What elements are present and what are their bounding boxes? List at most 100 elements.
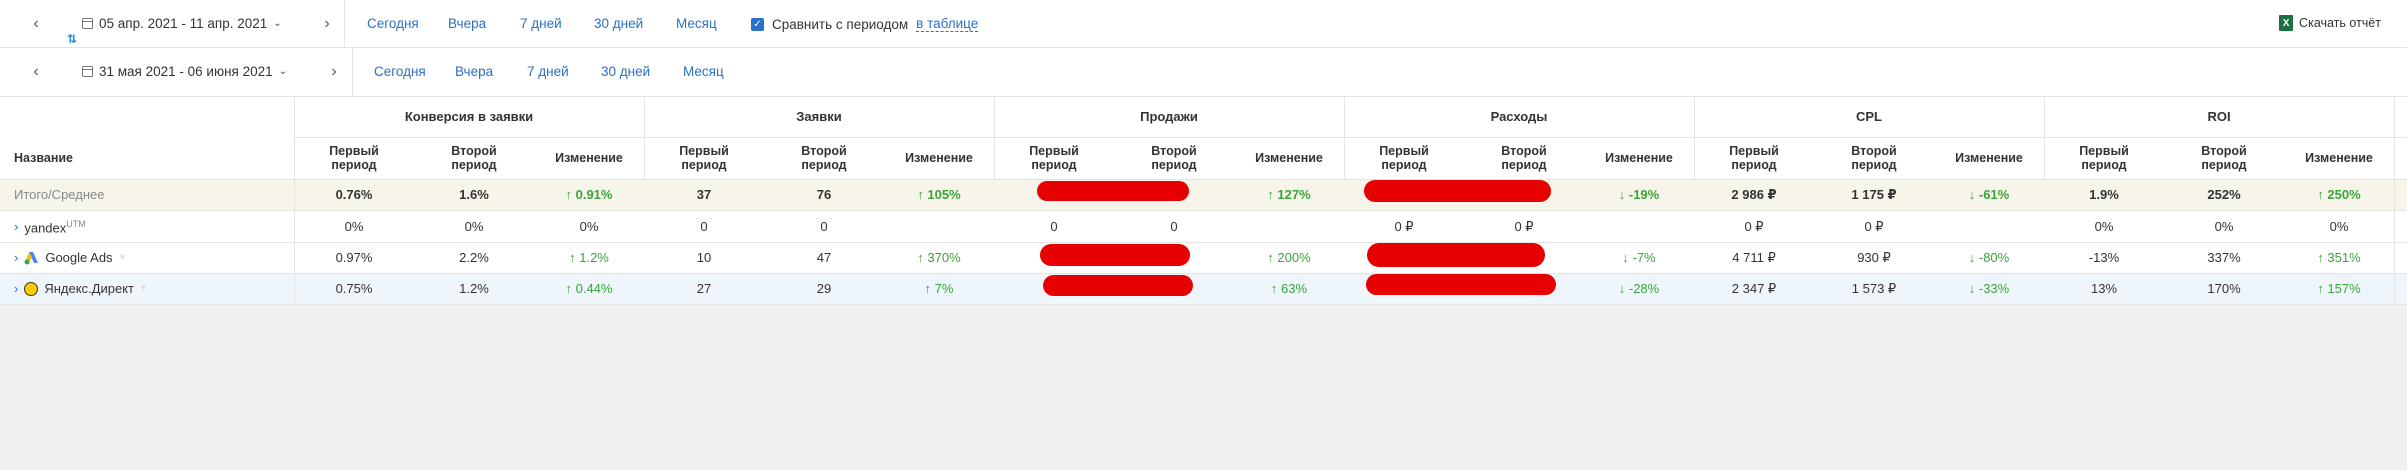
column-header[interactable]: Первый период <box>1344 137 1464 179</box>
table-cell: 0 ₽ <box>1864 218 1884 234</box>
row-name-label: Итого/Среднее <box>14 186 105 202</box>
quick-month[interactable]: Месяц <box>676 16 717 31</box>
column-header[interactable]: Изменение <box>1934 137 2044 179</box>
column-header[interactable]: Изменение <box>2284 137 2394 179</box>
next-period-arrow-icon[interactable]: › <box>317 14 337 34</box>
redaction-mark <box>1043 275 1193 296</box>
row-name-label: yandexUTM <box>24 219 86 236</box>
table-cell: 0% <box>344 218 364 234</box>
column-header[interactable]: Второй период <box>414 137 534 179</box>
table-cell: 0% <box>2094 218 2114 234</box>
date-range-label: 31 мая 2021 - 06 июня 2021 <box>99 64 273 79</box>
period-toolbar-first: ‹ 05 апр. 2021 - 11 апр. 2021 ⌄ › Сегодн… <box>0 0 2407 48</box>
quick-today[interactable]: Сегодня <box>374 64 426 79</box>
table-cell: 0 <box>1170 218 1178 234</box>
compare-mode-link[interactable]: в таблице <box>916 16 979 32</box>
table-cell: 0 <box>700 218 708 234</box>
quick-yesterday[interactable]: Вчера <box>448 16 486 31</box>
chevron-down-icon: ⌄ <box>273 18 282 29</box>
column-header[interactable]: Второй период <box>1114 137 1234 179</box>
column-header[interactable]: Второй период <box>2164 137 2284 179</box>
table-cell: ↑ 7% <box>924 280 954 296</box>
row-name: › Яндекс.Директ ♆ <box>0 273 294 304</box>
column-header[interactable]: Второй период <box>1464 137 1584 179</box>
row-name: › Google Ads ♆ <box>0 242 294 273</box>
group-header: ROI <box>2207 109 2231 124</box>
divider <box>0 304 2407 305</box>
table-cell: 1 175 ₽ <box>1851 186 1897 202</box>
column-header-name: Название <box>14 151 74 165</box>
column-header[interactable]: Изменение <box>534 137 644 179</box>
table-cell: 2.2% <box>459 249 489 265</box>
column-header[interactable]: Первый период <box>294 137 414 179</box>
column-header[interactable]: Изменение <box>1584 137 1694 179</box>
table-cell <box>884 211 994 242</box>
column-header[interactable]: Первый период <box>1694 137 1814 179</box>
column-header[interactable]: Первый период <box>644 137 764 179</box>
table-cell: 0 ₽ <box>1514 218 1534 234</box>
table-cell <box>1234 211 1344 242</box>
excel-icon: X <box>2279 15 2294 31</box>
redaction-mark <box>1364 180 1551 202</box>
group-header: Продажи <box>1140 109 1198 124</box>
table-cell: 170% <box>2207 280 2241 296</box>
expand-row-icon[interactable]: › <box>14 281 18 296</box>
table-cell: ↑ 1.2% <box>569 249 609 265</box>
table-cell: ↑ 105% <box>917 186 961 202</box>
quick-30-days[interactable]: 30 дней <box>594 16 643 31</box>
prev-period-arrow-icon[interactable]: ‹ <box>26 14 46 34</box>
date-range-picker-second[interactable]: 31 мая 2021 - 06 июня 2021 ⌄ <box>82 64 287 79</box>
utm-superscript: UTM <box>66 219 86 230</box>
download-label: Скачать отчёт <box>2299 16 2381 30</box>
table-cell: 2 347 ₽ <box>1731 280 1777 296</box>
table-cell: 47 <box>816 249 832 265</box>
table-cell: 4 711 ₽ <box>1732 249 1776 265</box>
filter-pin-icon[interactable]: ♆ <box>140 282 148 296</box>
column-header[interactable]: Второй период <box>764 137 884 179</box>
quick-month[interactable]: Месяц <box>683 64 724 79</box>
calendar-icon <box>82 18 93 29</box>
table-cell <box>1934 211 2044 242</box>
swap-periods-icon[interactable]: ⇅ <box>67 32 77 46</box>
table-cell: 1.2% <box>459 280 489 296</box>
divider <box>2394 97 2395 305</box>
compare-checkbox[interactable]: ✓ <box>751 17 764 31</box>
quick-30-days[interactable]: 30 дней <box>601 64 650 79</box>
expand-row-icon[interactable]: › <box>14 250 18 265</box>
table-cell: ↑ 200% <box>1267 249 1311 265</box>
table-cell: ↑ 370% <box>917 249 961 265</box>
quick-7-days[interactable]: 7 дней <box>520 16 562 31</box>
table-cell: ↑ 0.91% <box>565 186 613 202</box>
column-header[interactable]: Первый период <box>2044 137 2164 179</box>
yandex-direct-icon <box>24 281 39 296</box>
expand-row-icon[interactable]: › <box>14 219 18 234</box>
date-range-picker-first[interactable]: 05 апр. 2021 - 11 апр. 2021 ⌄ <box>82 16 282 31</box>
table-cell: 2 986 ₽ <box>1731 186 1777 202</box>
table-cell: 0 ₽ <box>1744 218 1764 234</box>
download-report-button[interactable]: X Скачать отчёт <box>2279 15 2381 31</box>
quick-today[interactable]: Сегодня <box>367 16 419 31</box>
table-cell: 252% <box>2207 186 2241 202</box>
quick-yesterday[interactable]: Вчера <box>455 64 493 79</box>
chevron-down-icon: ⌄ <box>278 66 288 77</box>
column-header[interactable]: Второй период <box>1814 137 1934 179</box>
compare-label: Сравнить с периодом <box>772 16 909 32</box>
redaction-mark <box>1037 181 1189 201</box>
column-header[interactable]: Первый период <box>994 137 1114 179</box>
comparison-table: Название Конверсия в заявки Первый период В… <box>0 97 2407 305</box>
column-header[interactable]: Изменение <box>1234 137 1344 179</box>
table-cell: ↓ -61% <box>1968 186 2010 202</box>
table-cell: 0% <box>464 218 484 234</box>
table-cell: 0.76% <box>335 186 373 202</box>
filter-pin-icon[interactable]: ♆ <box>119 251 127 265</box>
table-cell: 37 <box>696 186 712 202</box>
table-cell: ↓ -80% <box>1968 249 2010 265</box>
quick-7-days[interactable]: 7 дней <box>527 64 569 79</box>
column-header[interactable]: Изменение <box>884 137 994 179</box>
table-cell: ↑ 0.44% <box>565 280 613 296</box>
table-cell: 1 573 ₽ <box>1851 280 1897 296</box>
next-period-arrow-icon[interactable]: › <box>324 62 344 82</box>
table-cell: 0.97% <box>335 249 373 265</box>
prev-period-arrow-icon[interactable]: ‹ <box>26 62 46 82</box>
table-cell: 1.9% <box>2089 186 2119 202</box>
